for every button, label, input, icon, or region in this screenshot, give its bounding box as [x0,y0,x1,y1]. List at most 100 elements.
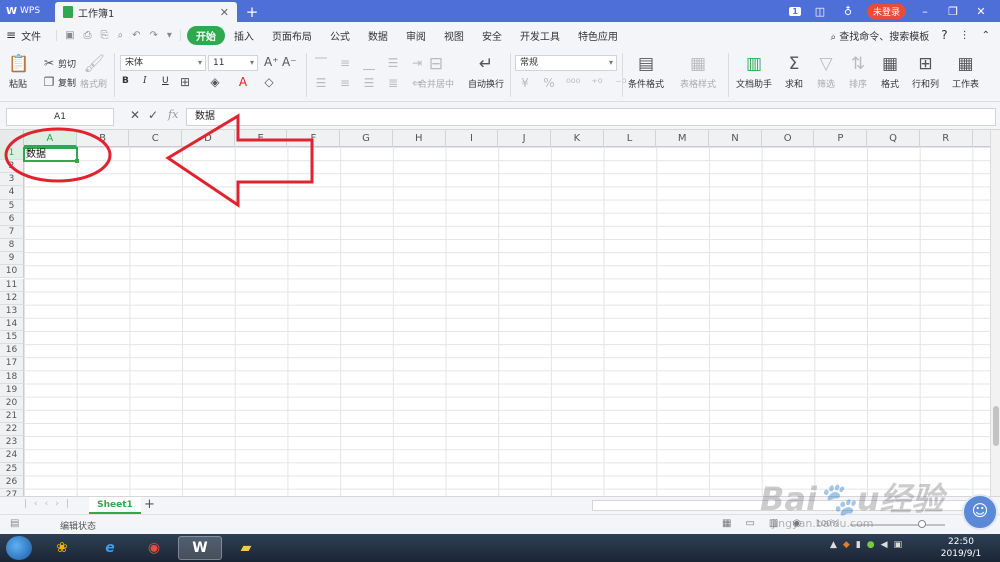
menu-home[interactable]: 开始 [186,25,225,45]
cell-area[interactable] [24,147,990,496]
worksheet-button[interactable]: ▦ 工作表 [952,54,979,90]
rows-cols-button[interactable]: ⊞ 行和列 [912,54,939,90]
row-header-14[interactable]: 14 [0,317,24,332]
row-header-17[interactable]: 17 [0,357,24,371]
settings-icon[interactable]: ⋮ [960,30,970,41]
align-right-icon[interactable]: ☰ [362,76,376,90]
row-header-27[interactable]: 27 [0,488,24,496]
insert-function-button[interactable]: fx [168,108,178,121]
wrap-text-button[interactable]: ↵ 自动换行 [468,54,504,90]
shirt-icon[interactable]: ♁ [839,5,857,18]
row-header-20[interactable]: 20 [0,396,24,410]
column-header-k[interactable]: K [551,130,604,147]
spreadsheet-grid[interactable]: ABCDEFGHIJKLMNOPQR 1 2 3 4 5 6 7 8 9 10 11 12 13 14 15… [0,130,990,496]
row-header-25[interactable]: 25 [0,462,24,476]
preview-icon[interactable]: ⌕ [118,30,124,41]
column-header-g[interactable]: G [340,130,393,147]
command-search[interactable]: ⌕ 查找命令、搜索模板 [830,28,929,43]
merge-center-button[interactable]: ⊟ 合并居中 [418,54,454,90]
taskbar-app-wps[interactable]: W [178,536,222,560]
sheet-nav-arrows[interactable]: |‹‹›| [24,499,76,509]
taskbar-app-chrome[interactable]: ◉ [132,536,176,560]
tray-app-icon[interactable]: ◆ [843,540,850,550]
add-sheet-button[interactable]: + [144,497,155,513]
page-break-view-icon[interactable]: ▥ [769,518,778,529]
zoom-slider[interactable] [850,524,945,526]
collapse-ribbon-icon[interactable]: ⌃ [982,30,990,41]
thousands-icon[interactable]: ⁰⁰⁰ [566,76,580,90]
menu-file[interactable]: 文件 [19,28,50,43]
column-header-p[interactable]: P [815,130,868,147]
font-color-button[interactable]: A [236,75,250,89]
menu-insert[interactable]: 插入 [225,28,263,43]
row-header-9[interactable]: 9 [0,252,24,266]
row-header-2[interactable]: 2 [0,160,24,174]
row-header-4[interactable]: 4 [0,186,24,200]
horizontal-scrollbar[interactable] [592,500,992,511]
row-header-8[interactable]: 8 [0,239,24,253]
row-header-23[interactable]: 23 [0,436,24,450]
increase-decimal-icon[interactable]: ⁺⁰ [590,76,604,90]
fill-color-button[interactable]: ◈ [208,75,222,89]
column-header-f[interactable]: F [288,130,341,147]
taskbar-app-360[interactable]: ❀ [40,536,84,560]
help-icon[interactable]: ? [941,28,947,42]
row-header-22[interactable]: 22 [0,423,24,437]
align-top-icon[interactable]: ⎺ [314,56,328,70]
print-icon[interactable]: ⎘ [101,30,109,41]
document-tab[interactable]: 工作簿1 ✕ [55,2,237,22]
filter-button[interactable]: ▽ 筛选 [816,54,836,90]
vertical-scrollbar[interactable] [990,130,1000,496]
row-header-6[interactable]: 6 [0,212,24,226]
notification-badge[interactable]: 1 [789,6,801,16]
underline-button[interactable]: U [162,76,169,86]
more-icon[interactable]: ▾ [167,30,172,41]
sort-button[interactable]: ⇅ 排序 [848,54,868,90]
normal-view-icon[interactable]: ▦ [722,518,731,529]
decrease-decimal-icon[interactable]: ⁻⁰ [614,76,628,90]
redo-icon[interactable]: ↷ [150,30,158,41]
column-header-b[interactable]: B [77,130,130,147]
start-button[interactable] [6,536,32,560]
tray-arrow-icon[interactable]: ▲ [830,540,837,550]
align-middle-icon[interactable]: ≡ [338,56,352,70]
row-header-21[interactable]: 21 [0,410,24,424]
select-all-corner[interactable] [0,130,24,147]
minimize-icon[interactable]: – [916,5,934,18]
column-header-r[interactable]: R [920,130,973,147]
align-bottom-icon[interactable]: ⎽ [362,56,376,70]
shrink-font-button[interactable]: A⁻ [282,55,297,69]
format-painter-button[interactable]: 🖌 格式刷 [80,54,107,90]
row-header-16[interactable]: 16 [0,344,24,358]
font-name-select[interactable]: 宋体 [120,55,206,71]
column-header-j[interactable]: J [498,130,551,147]
menu-special-apps[interactable]: 特色应用 [569,28,627,43]
row-header-5[interactable]: 5 [0,199,24,213]
column-header-e[interactable]: E [235,130,288,147]
column-header-l[interactable]: L [604,130,657,147]
cut-button[interactable]: ✂ 剪切 [42,56,76,70]
row-header-11[interactable]: 11 [0,278,24,292]
menu-developer[interactable]: 开发工具 [511,28,569,43]
save-icon[interactable]: ▣ [65,30,74,41]
column-header-a[interactable]: A [24,130,77,147]
menu-page-layout[interactable]: 页面布局 [263,28,321,43]
sheet-tab-sheet1[interactable]: Sheet1 [89,497,141,514]
row-header-10[interactable]: 10 [0,265,24,279]
name-box[interactable]: A1 [6,108,114,126]
column-header-c[interactable]: C [129,130,183,147]
borders-button[interactable]: ⊞ [178,75,192,89]
menu-data[interactable]: 数据 [359,28,397,43]
row-header-3[interactable]: 3 [0,173,24,187]
number-format-select[interactable]: 常规 [515,55,617,71]
network-icon[interactable]: ▮ [856,540,861,550]
undo-icon[interactable]: ↶ [132,30,140,41]
taskbar-clock[interactable]: 22:50 2019/9/1 [936,536,986,560]
column-header-n[interactable]: N [709,130,762,147]
align-left-icon[interactable]: ☰ [314,76,328,90]
skin-icon[interactable]: ◫ [811,5,829,18]
page-layout-view-icon[interactable]: ▭ [745,518,754,529]
font-size-select[interactable]: 11 [208,55,258,71]
eye-protection-icon[interactable]: ◉ [792,518,801,529]
column-header-i[interactable]: I [446,130,499,147]
